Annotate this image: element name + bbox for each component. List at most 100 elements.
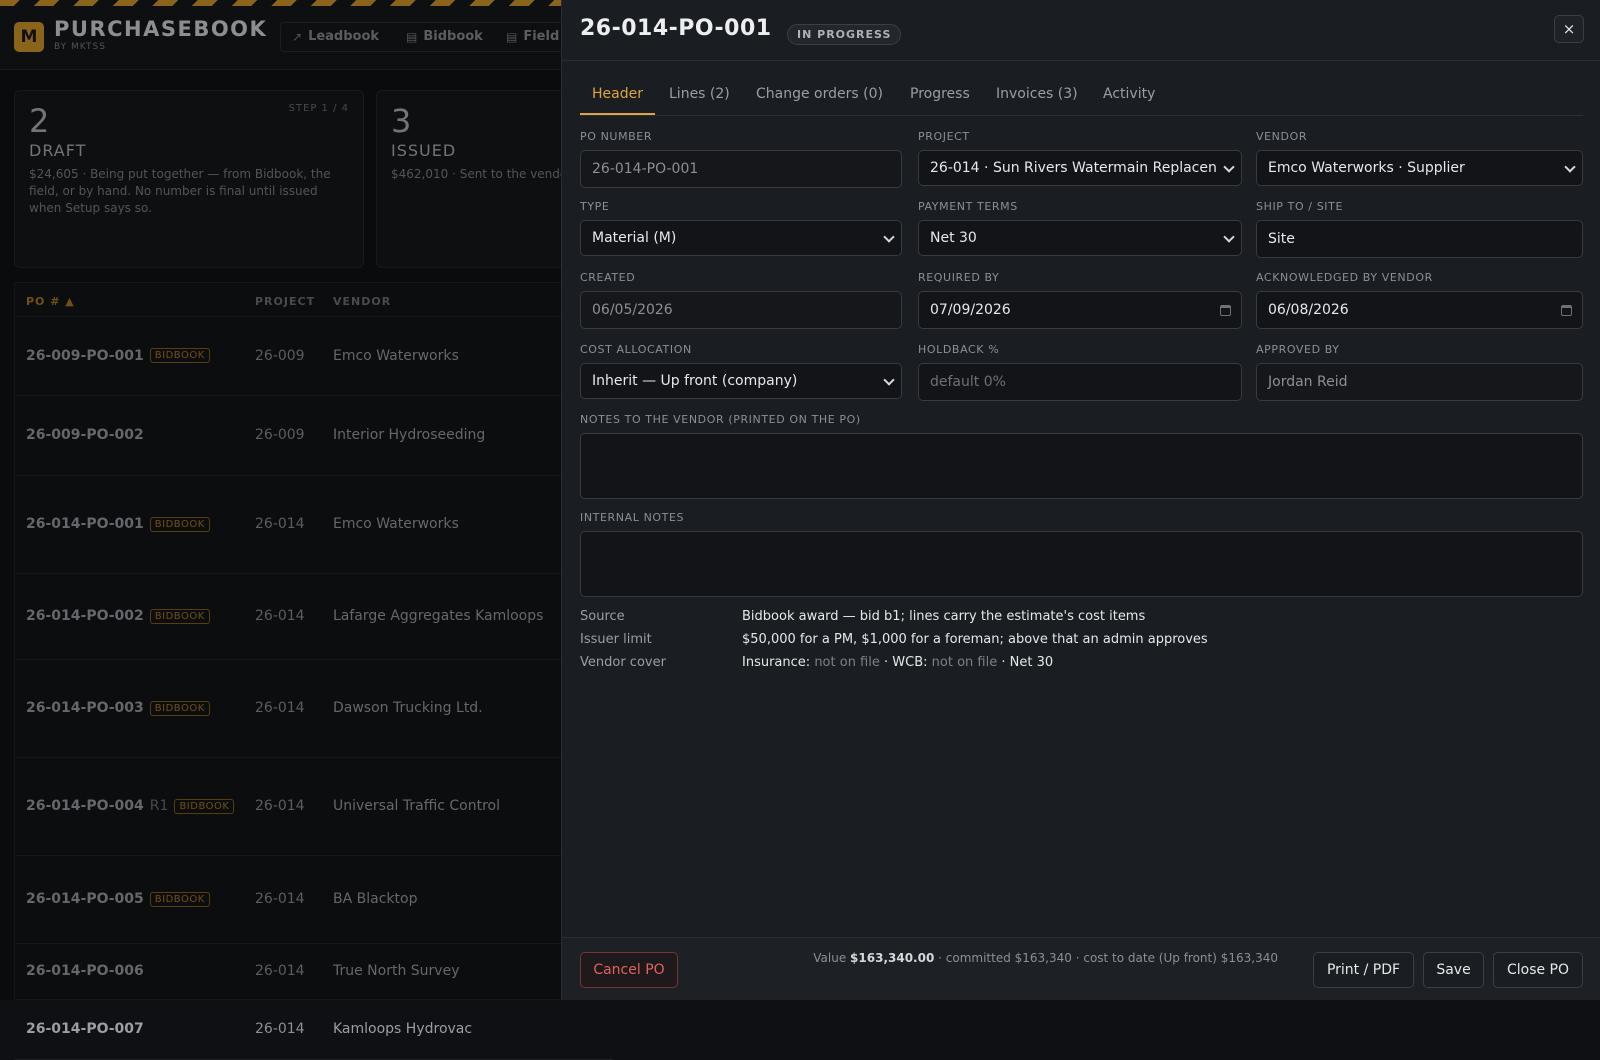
- calendar-icon[interactable]: [1220, 305, 1231, 316]
- project-cell: 26-014: [255, 1021, 305, 1037]
- app-logo[interactable]: M: [14, 22, 44, 52]
- internal-notes-label: INTERNAL NOTES: [580, 511, 685, 524]
- vendor-cell: Lafarge Aggregates Kamloops: [333, 608, 544, 624]
- po-number-cell: 26-009-PO-001 BIDBOOK: [26, 348, 210, 364]
- approved-by-field[interactable]: Jordan Reid: [1256, 363, 1583, 401]
- ship-to-input[interactable]: Site: [1256, 220, 1583, 258]
- vendor-cell: Interior Hydroseeding: [333, 427, 486, 443]
- approved-by-label: APPROVED BY: [1256, 343, 1340, 356]
- step-index: STEP 1 / 4: [288, 103, 349, 114]
- required-by-date[interactable]: 07/09/2026: [918, 291, 1242, 329]
- column-header-project[interactable]: PROJECT: [255, 295, 315, 308]
- type-select-value: Material (M): [592, 230, 677, 246]
- vendor-notes-label: NOTES TO THE VENDOR (PRINTED ON THE PO): [580, 413, 861, 426]
- tab-header[interactable]: Header: [592, 86, 643, 102]
- cost-allocation-select[interactable]: Inherit — Up front (company): [580, 363, 902, 399]
- vendor-notes-textarea[interactable]: [580, 433, 1583, 499]
- acknowledged-date[interactable]: 06/08/2026: [1256, 291, 1583, 329]
- internal-notes-textarea[interactable]: [580, 531, 1583, 597]
- nav-leadbook[interactable]: ↗ Leadbook: [292, 29, 379, 44]
- po-number-cell: 26-014-PO-006: [26, 963, 144, 979]
- document-icon: ▤: [506, 29, 518, 44]
- po-number: 26-014-PO-001: [26, 516, 144, 532]
- project-cell: 26-014: [255, 516, 305, 532]
- column-header-po[interactable]: PO # ▲: [26, 295, 75, 308]
- calendar-icon[interactable]: [1561, 305, 1572, 316]
- chevron-down-icon: [1223, 161, 1235, 173]
- value-details: · committed $163,340 · cost to date (Up …: [938, 951, 1278, 965]
- type-select[interactable]: Material (M): [580, 220, 902, 256]
- document-icon: ▤: [406, 29, 418, 44]
- source-badge: BIDBOOK: [149, 516, 210, 532]
- tab-activity[interactable]: Activity: [1103, 86, 1155, 102]
- type-label: TYPE: [580, 200, 610, 213]
- payment-terms-select[interactable]: Net 30: [918, 220, 1242, 256]
- table-row[interactable]: 26-014-PO-005 BIDBOOK 26-014 BA Blacktop: [15, 856, 613, 944]
- save-button[interactable]: Save: [1423, 952, 1484, 988]
- status-badge: IN PROGRESS: [787, 24, 902, 45]
- close-icon[interactable]: ×: [1554, 15, 1584, 43]
- table-row[interactable]: 26-009-PO-002 26-009 Interior Hydroseeding: [15, 396, 613, 476]
- vendor-cell: Emco Waterworks: [333, 516, 459, 532]
- source-badge: BIDBOOK: [149, 891, 210, 907]
- insurance-status: not on file: [814, 655, 880, 670]
- table-row[interactable]: 26-014-PO-007 26-014 Kamloops Hydrovac: [15, 1000, 613, 1060]
- po-number-cell: 26-009-PO-002: [26, 427, 144, 443]
- vendor-select-value: Emco Waterworks · Supplier: [1268, 160, 1465, 176]
- vendor-cell: Dawson Trucking Ltd.: [333, 700, 483, 716]
- cost-allocation-label: COST ALLOCATION: [580, 343, 692, 356]
- created-field[interactable]: 06/05/2026: [580, 291, 902, 329]
- tab-progress[interactable]: Progress: [910, 86, 970, 102]
- payment-terms-value: Net 30: [930, 230, 977, 246]
- chevron-down-icon: [883, 231, 895, 243]
- close-po-button[interactable]: Close PO: [1493, 952, 1583, 988]
- print-pdf-button[interactable]: Print / PDF: [1313, 952, 1414, 988]
- issuer-limit-value: $50,000 for a PM, $1,000 for a foreman; …: [742, 632, 1208, 647]
- drawer-header: 26-014-PO-001 IN PROGRESS ×: [562, 0, 1600, 61]
- po-number-cell: 26-014-PO-004 R1 BIDBOOK: [26, 798, 235, 814]
- tab-lines[interactable]: Lines (2): [669, 86, 730, 102]
- po-number-cell: 26-014-PO-003 BIDBOOK: [26, 700, 210, 716]
- source-label: Source: [580, 609, 625, 624]
- table-row[interactable]: 26-014-PO-003 BIDBOOK 26-014 Dawson Truckin…: [15, 660, 613, 758]
- step-card-draft[interactable]: 2 STEP 1 / 4 DRAFT $24,605 · Being put t…: [14, 90, 364, 268]
- po-number: 26-014-PO-004: [26, 798, 144, 814]
- vendor-cell: Kamloops Hydrovac: [333, 1021, 473, 1037]
- po-number-cell: 26-014-PO-001 BIDBOOK: [26, 516, 210, 532]
- vendor-terms: Net 30: [1009, 655, 1054, 670]
- po-title: 26-014-PO-001: [580, 16, 772, 41]
- table-row[interactable]: 26-014-PO-004 R1 BIDBOOK 26-014 Universal Tr…: [15, 758, 613, 856]
- cancel-po-button[interactable]: Cancel PO: [580, 952, 678, 988]
- nav-field[interactable]: ▤ Field: [506, 29, 559, 44]
- cost-allocation-value: Inherit — Up front (company): [592, 373, 798, 389]
- project-cell: 26-014: [255, 798, 305, 814]
- project-select[interactable]: 26-014 · Sun Rivers Watermain Replacen: [918, 150, 1242, 186]
- nav-label: Bidbook: [423, 29, 483, 44]
- tab-invoices[interactable]: Invoices (3): [996, 86, 1078, 102]
- po-number: 26-009-PO-002: [26, 427, 144, 443]
- status-steps: 2 STEP 1 / 4 DRAFT $24,605 · Being put t…: [14, 90, 726, 268]
- vendor-cell: BA Blacktop: [333, 891, 418, 907]
- column-header-vendor[interactable]: VENDOR: [333, 295, 391, 308]
- po-value: $163,340.00: [850, 951, 935, 965]
- vendor-label: VENDOR: [1256, 130, 1308, 143]
- table-row[interactable]: 26-009-PO-001 BIDBOOK 26-009 Emco Waterwork…: [15, 317, 613, 396]
- holdback-input[interactable]: default 0%: [918, 363, 1242, 401]
- source-badge: BIDBOOK: [149, 348, 210, 363]
- tab-change-orders[interactable]: Change orders (0): [756, 86, 883, 102]
- table-row[interactable]: 26-014-PO-006 26-014 True North Survey: [15, 944, 613, 1000]
- created-label: CREATED: [580, 271, 636, 284]
- table-row[interactable]: 26-014-PO-001 BIDBOOK 26-014 Emco Waterwork…: [15, 476, 613, 574]
- insurance-label: Insurance:: [742, 655, 811, 670]
- po-number-field[interactable]: 26-014-PO-001: [580, 150, 902, 188]
- project-cell: 26-009: [255, 347, 305, 364]
- nav-bidbook[interactable]: ▤ Bidbook: [406, 29, 483, 44]
- source-value: Bidbook award — bid b1; lines carry the …: [742, 609, 1146, 624]
- vendor-select[interactable]: Emco Waterworks · Supplier: [1256, 150, 1583, 186]
- po-number: 26-014-PO-006: [26, 963, 144, 979]
- po-number: 26-014-PO-007: [26, 1021, 144, 1037]
- required-by-value: 07/09/2026: [930, 302, 1011, 318]
- drawer-tabs: Header Lines (2) Change orders (0) Progr…: [580, 76, 1583, 116]
- table-header: PO # ▲ PROJECT VENDOR: [15, 283, 613, 317]
- table-row[interactable]: 26-014-PO-002 BIDBOOK 26-014 Lafarge Aggreg…: [15, 574, 613, 660]
